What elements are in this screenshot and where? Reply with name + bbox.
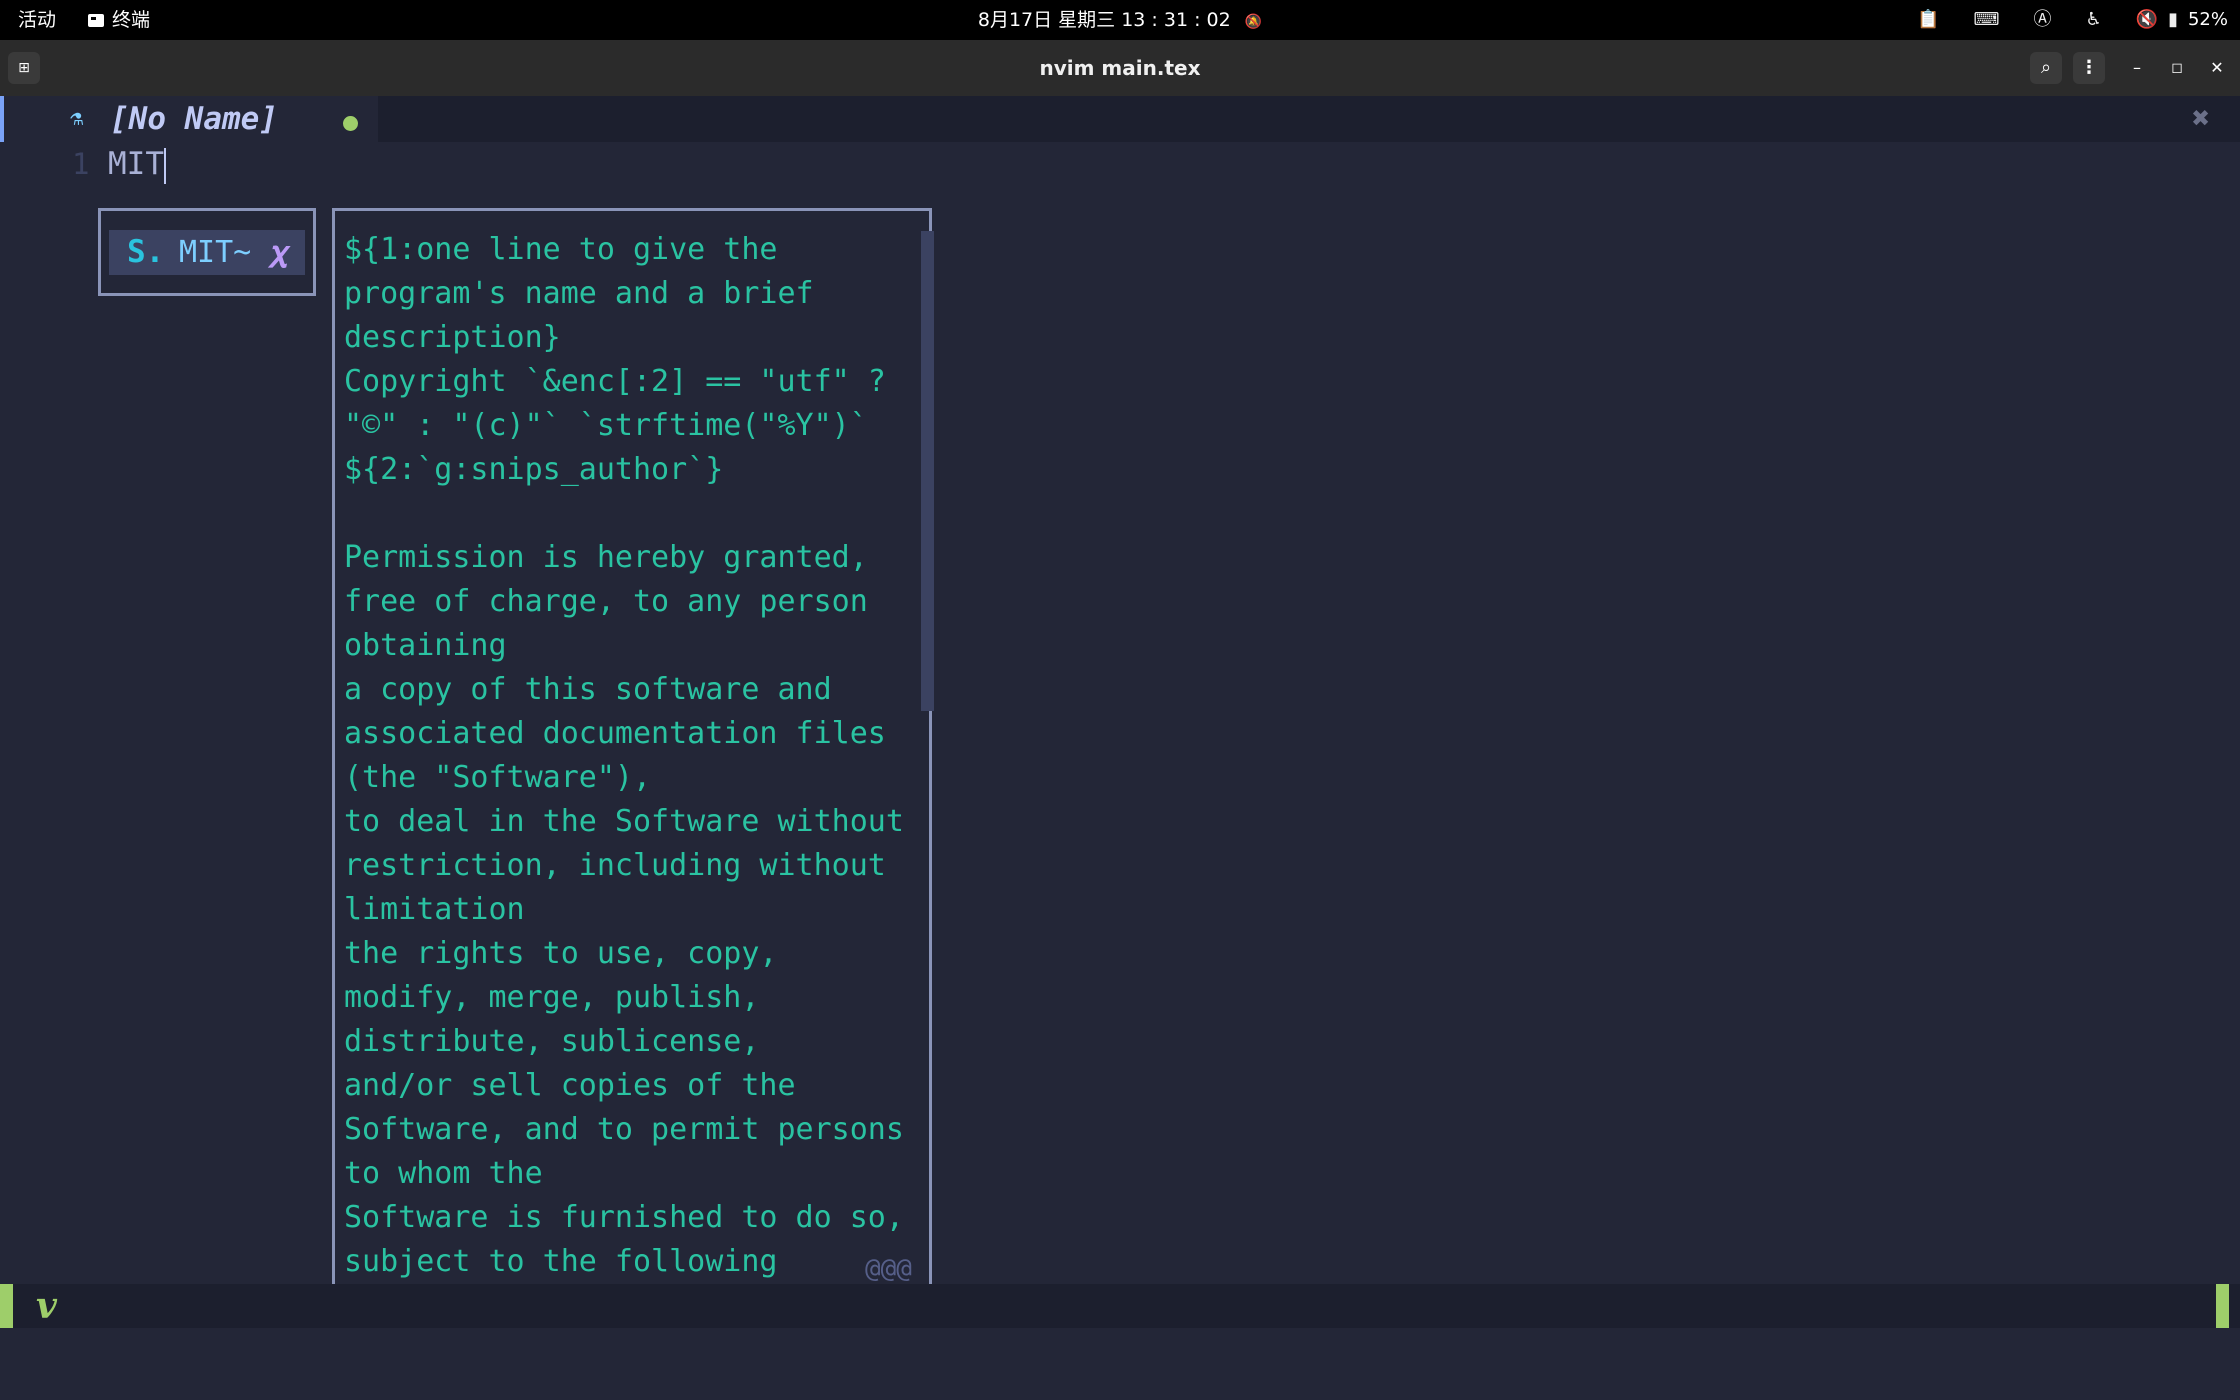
search-icon[interactable]: ⌕ (2030, 52, 2062, 84)
doc-scrollbar[interactable] (921, 231, 934, 711)
source-icon: 𝝌 (269, 235, 288, 270)
bell-muted-icon: 🔕 (1244, 14, 1263, 30)
mode-color-bar-left (0, 1284, 13, 1328)
bufferline: ⚗ [No Name] ✖ (0, 96, 2240, 142)
active-tab-indicator (0, 96, 4, 142)
line-text-wrap[interactable]: MIT (108, 142, 166, 186)
window-title-wrap: nvim main.tex (0, 40, 2240, 96)
system-tray[interactable]: 📋 ⌨ Ⓐ ♿ 🔇 ▮ 52% (1917, 0, 2228, 40)
mode-icon: v (36, 1285, 57, 1327)
line-text[interactable]: MIT (108, 146, 164, 182)
system-top-bar: 活动 终端 8月17日 星期三 13 : 31 : 02 🔕 📋 ⌨ Ⓐ ♿ 🔇 … (0, 0, 2240, 40)
nvim-editor[interactable]: ⚗ [No Name] ✖ 1 MIT S. MIT~ 𝝌 ${1:one li… (0, 96, 2240, 1400)
command-line[interactable] (0, 1328, 2240, 1400)
minimize-icon[interactable]: – (2121, 52, 2153, 84)
completion-word: MIT~ (179, 235, 252, 270)
activities-button[interactable]: 活动 (18, 0, 56, 40)
flask-icon: ⚗ (70, 106, 84, 131)
snippet-documentation: ${1:one line to give the program's name … (344, 232, 904, 1279)
snippet-kind-icon: S. (127, 234, 165, 270)
menu-icon[interactable]: ⋮ (2073, 52, 2105, 84)
documentation-window: ${1:one line to give the program's name … (332, 208, 934, 1308)
close-buffers-icon[interactable]: ✖ (2192, 100, 2210, 138)
statusline: v (0, 1284, 2240, 1328)
completion-item[interactable]: S. MIT~ 𝝌 (109, 230, 305, 275)
completion-menu: S. MIT~ 𝝌 (98, 208, 316, 296)
terminal-header-bar: ⊞ nvim main.tex ⌕ ⋮ – ◻ ✕ (0, 40, 2240, 96)
clipboard-icon[interactable]: 📋 (1917, 0, 1939, 40)
mode-color-bar-right (2216, 1284, 2229, 1328)
buffer-name: [No Name] (110, 101, 278, 137)
text-cursor (164, 147, 166, 184)
app-name: 终端 (112, 9, 151, 31)
input-method-icon[interactable]: Ⓐ (2034, 0, 2052, 40)
close-icon[interactable]: ✕ (2201, 52, 2233, 84)
app-menu[interactable]: 终端 (88, 0, 150, 40)
volume-muted-icon: 🔇 (2135, 9, 2159, 30)
status-menu[interactable]: 🔇 ▮ 52% (2136, 0, 2228, 40)
clock: 8月17日 星期三 13 : 31 : 02 🔕 (0, 0, 2240, 40)
battery-icon: ▮ (2168, 9, 2178, 30)
terminal-icon (88, 13, 104, 27)
editor-line[interactable]: 1 MIT (0, 142, 2240, 186)
clock-text[interactable]: 8月17日 星期三 13 : 31 : 02 (978, 9, 1231, 31)
keyboard-icon[interactable]: ⌨ (1974, 0, 2000, 40)
line-number: 1 (72, 147, 90, 181)
accessibility-icon[interactable]: ♿ (2086, 0, 2102, 40)
new-tab-button[interactable]: ⊞ (8, 52, 40, 84)
battery-percent: 52% (2187, 9, 2228, 30)
maximize-icon[interactable]: ◻ (2161, 52, 2193, 84)
buffer-tab[interactable]: ⚗ [No Name] (0, 96, 378, 142)
window-title: nvim main.tex (1039, 56, 1201, 80)
modified-dot-icon (343, 116, 358, 131)
